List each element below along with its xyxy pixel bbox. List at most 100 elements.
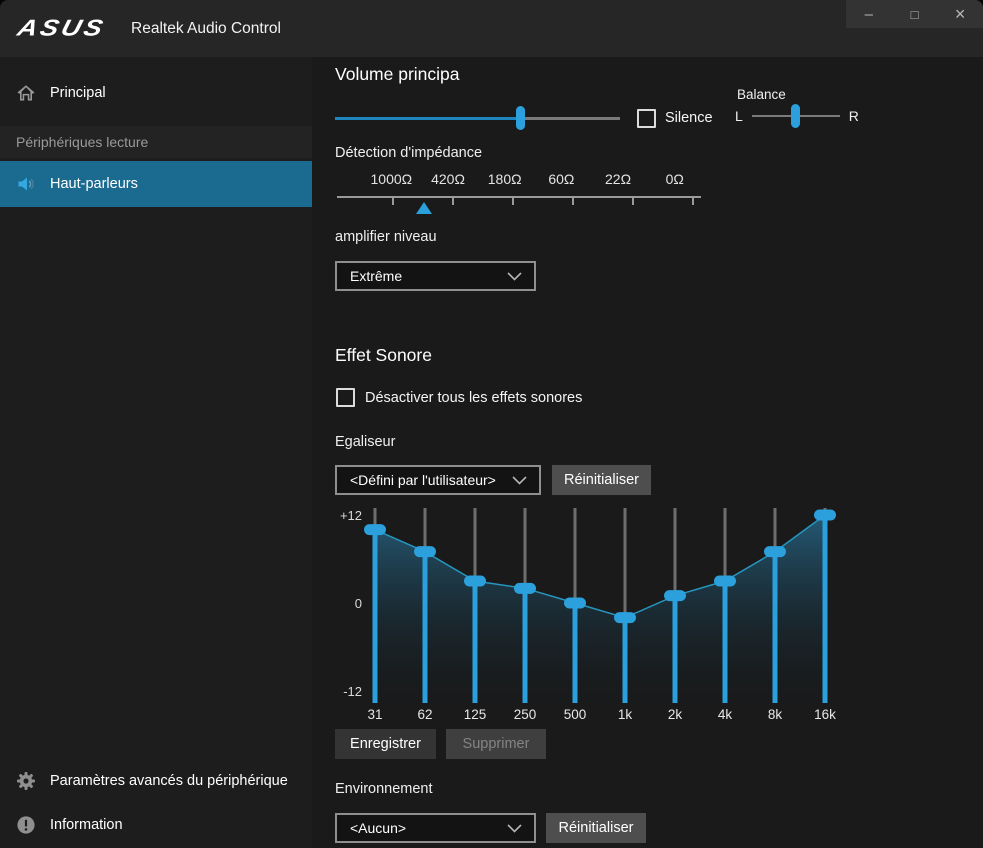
balance-track-fill <box>752 115 796 117</box>
eq-thumb-250[interactable] <box>514 583 536 594</box>
impedance-tick-label: 0Ω <box>646 171 703 187</box>
info-icon <box>16 815 36 835</box>
close-icon[interactable]: × <box>937 0 983 28</box>
impedance-tick-label: 420Ω <box>420 171 477 187</box>
minimize-icon[interactable]: – <box>846 0 892 28</box>
eq-thumb-31[interactable] <box>364 524 386 535</box>
app-title: Realtek Audio Control <box>131 20 281 38</box>
sidebar-item-label: Information <box>50 817 123 833</box>
sidebar-item-information[interactable]: Information <box>0 804 312 846</box>
sidebar-item-advanced-settings[interactable]: Paramètres avancés du périphérique <box>0 758 312 804</box>
balance-control: Balance L R <box>735 87 865 128</box>
equalizer-label: Egaliseur <box>335 434 395 450</box>
eq-frequency-label: 16k <box>814 707 836 722</box>
disable-effects-checkbox[interactable] <box>336 388 355 407</box>
eq-ytick-label: +12 <box>340 508 362 523</box>
sidebar-item-principal[interactable]: Principal <box>0 70 312 116</box>
eq-thumb-4k[interactable] <box>714 576 736 587</box>
eq-thumb-62[interactable] <box>414 546 436 557</box>
disable-effects-label: Désactiver tous les effets sonores <box>365 390 582 406</box>
volume-track-fill <box>335 117 520 120</box>
disable-effects-row: Désactiver tous les effets sonores <box>336 388 582 407</box>
maximize-icon[interactable]: □ <box>892 0 938 28</box>
balance-left-label: L <box>735 108 743 124</box>
eq-frequency-label: 500 <box>564 707 587 722</box>
master-volume-slider[interactable] <box>335 106 620 130</box>
equalizer-reset-button[interactable]: Réinitialiser <box>552 465 651 495</box>
sidebar-section-label: Périphériques lecture <box>16 134 148 150</box>
sidebar-item-label: Haut-parleurs <box>50 176 138 192</box>
eq-thumb-16k[interactable] <box>814 510 836 521</box>
impedance-tick-mark <box>632 198 634 205</box>
chevron-down-icon <box>507 824 522 833</box>
eq-frequency-label: 8k <box>768 707 783 722</box>
amplifier-label: amplifier niveau <box>335 229 437 245</box>
impedance-labels: 1000Ω420Ω180Ω60Ω22Ω0Ω <box>335 171 703 187</box>
equalizer-preset-value: <Défini par l'utilisateur> <box>350 472 496 488</box>
eq-thumb-1k[interactable] <box>614 612 636 623</box>
impedance-tick-label: 22Ω <box>590 171 647 187</box>
impedance-scale: 1000Ω420Ω180Ω60Ω22Ω0Ω <box>335 171 703 223</box>
impedance-tick-mark <box>572 198 574 205</box>
amplifier-selected-value: Extrême <box>350 268 402 284</box>
eq-thumb-8k[interactable] <box>764 546 786 557</box>
impedance-tick-label: 180Ω <box>476 171 533 187</box>
environment-reset-button[interactable]: Réinitialiser <box>546 813 646 843</box>
volume-section-title: Volume principa <box>335 64 460 85</box>
silence-checkbox[interactable] <box>637 109 656 128</box>
chevron-down-icon <box>507 272 522 281</box>
sidebar-section-playback: Périphériques lecture <box>0 126 312 158</box>
impedance-label: Détection d'impédance <box>335 145 482 161</box>
volume-row: Silence Balance L R <box>335 103 983 133</box>
impedance-tick-mark <box>512 198 514 205</box>
sidebar: Principal Périphériques lecture Haut-par… <box>0 57 312 848</box>
equalizer-chart-wrap: +12 0 -12 31 62 125 250 500 1k 2k 4k 8k 16k <box>335 505 860 723</box>
volume-slider-thumb[interactable] <box>516 106 525 130</box>
balance-slider[interactable] <box>752 104 840 128</box>
sidebar-item-label: Principal <box>50 85 106 101</box>
title-bar[interactable]: ASUS Realtek Audio Control – □ × <box>0 0 983 57</box>
eq-thumb-125[interactable] <box>464 576 486 587</box>
environment-label: Environnement <box>335 781 433 797</box>
equalizer-preset-select[interactable]: <Défini par l'utilisateur> <box>335 465 541 495</box>
equalizer-save-button[interactable]: Enregistrer <box>335 729 436 759</box>
environment-selected-value: <Aucun> <box>350 820 406 836</box>
speaker-icon <box>16 174 36 194</box>
balance-label: Balance <box>737 87 865 102</box>
sidebar-item-speakers[interactable]: Haut-parleurs <box>0 161 312 207</box>
gear-icon <box>16 771 36 791</box>
chevron-down-icon <box>512 476 527 485</box>
balance-right-label: R <box>849 108 859 124</box>
eq-area-fill <box>375 515 825 703</box>
impedance-pointer-icon <box>416 202 432 214</box>
equalizer-delete-button: Supprimer <box>446 729 546 759</box>
home-icon <box>16 83 36 103</box>
impedance-tick-mark <box>692 198 694 205</box>
eq-frequency-label: 125 <box>464 707 487 722</box>
window-controls: – □ × <box>846 0 983 28</box>
main-content: Volume principa Silence Balance L <box>335 57 983 848</box>
eq-frequency-label: 4k <box>718 707 733 722</box>
equalizer-chart[interactable]: +12 0 -12 31 62 125 250 500 1k 2k 4k 8k 16k <box>335 505 860 723</box>
sound-effect-title: Effet Sonore <box>335 345 432 366</box>
eq-ytick-label: -12 <box>343 684 362 699</box>
impedance-tick-mark <box>392 198 394 205</box>
eq-frequency-label: 31 <box>367 707 382 722</box>
balance-slider-thumb[interactable] <box>791 104 800 128</box>
amplifier-select[interactable]: Extrême <box>335 261 536 291</box>
eq-thumb-2k[interactable] <box>664 590 686 601</box>
app-window: ASUS Realtek Audio Control – □ × Princip… <box>0 0 983 848</box>
eq-thumb-500[interactable] <box>564 598 586 609</box>
eq-ytick-label: 0 <box>355 596 362 611</box>
eq-frequency-label: 62 <box>417 707 432 722</box>
eq-frequency-label: 2k <box>668 707 683 722</box>
silence-control: Silence <box>637 109 713 128</box>
environment-select[interactable]: <Aucun> <box>335 813 536 843</box>
impedance-tick-mark <box>452 198 454 205</box>
eq-frequency-label: 1k <box>618 707 633 722</box>
impedance-tick-label: 60Ω <box>533 171 590 187</box>
asus-logo: ASUS <box>14 15 108 41</box>
sidebar-item-label: Paramètres avancés du périphérique <box>50 773 288 789</box>
impedance-tick-label: 1000Ω <box>363 171 420 187</box>
eq-frequency-label: 250 <box>514 707 537 722</box>
